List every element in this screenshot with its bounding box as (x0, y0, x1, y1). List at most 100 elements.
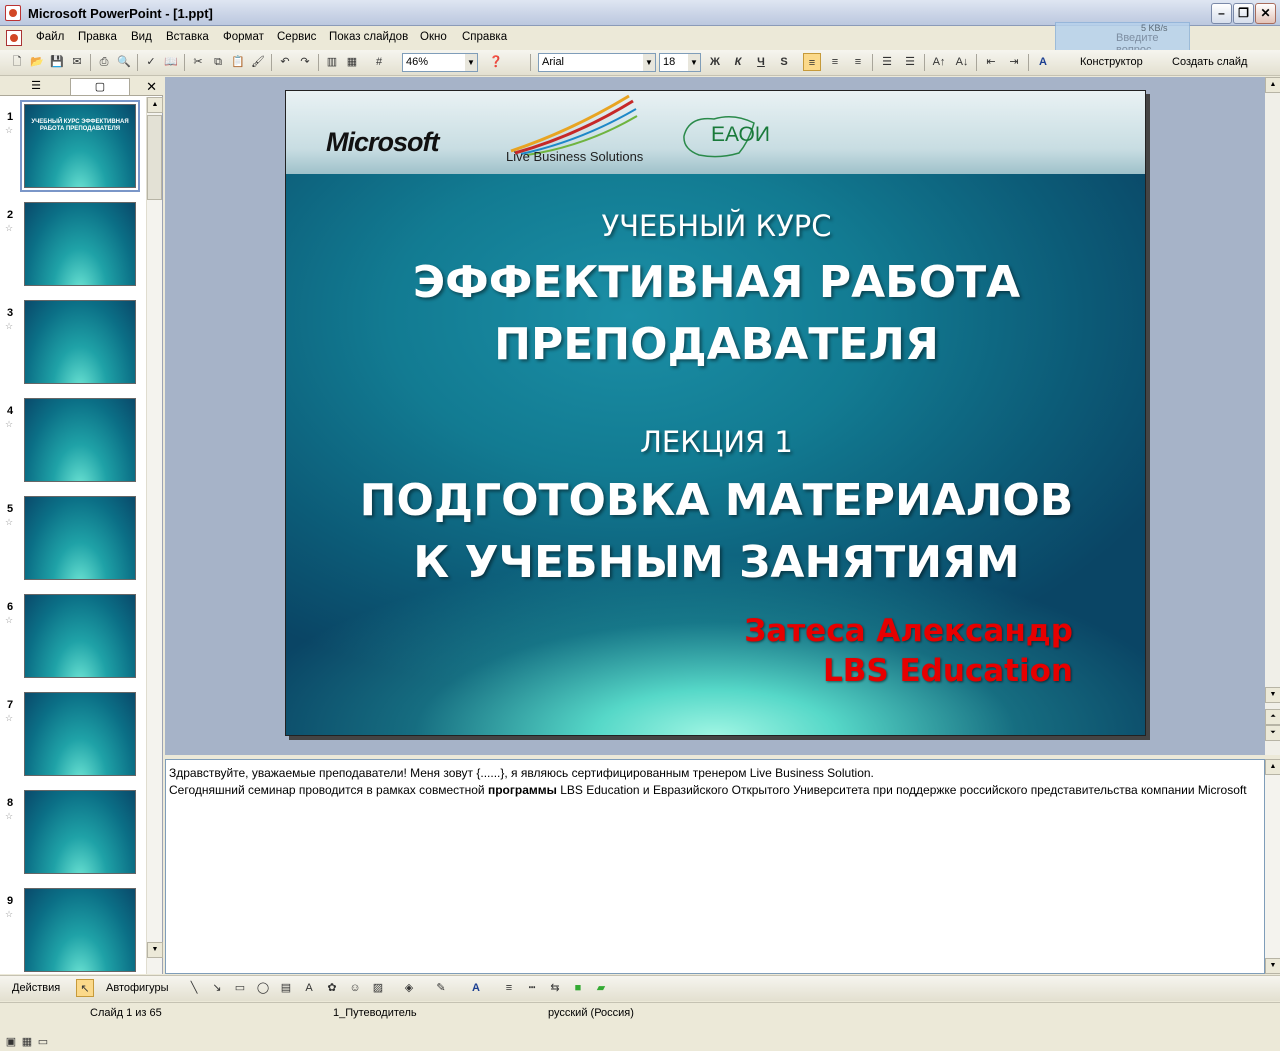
slide-thumbnail[interactable]: 4 ☆ (0, 398, 146, 490)
menu-window[interactable]: Окно (420, 31, 447, 43)
font-select[interactable]: Arial ▼ (538, 53, 656, 72)
open-icon[interactable]: 📂 (28, 53, 46, 71)
align-left-icon[interactable]: ≡ (803, 53, 821, 71)
close-icon[interactable]: ✕ (146, 79, 157, 95)
increase-font-icon[interactable]: A↑ (930, 53, 948, 71)
line-style-icon[interactable]: ≡ (500, 979, 518, 997)
menu-edit[interactable]: Правка (78, 31, 117, 43)
italic-button[interactable]: К (729, 53, 747, 71)
new-slide-button[interactable]: Создать слайд (1172, 56, 1247, 68)
select-arrow-icon[interactable]: ↖ (76, 979, 94, 997)
close-button[interactable]: ✕ (1255, 3, 1276, 24)
notes-scrollbar[interactable]: ▲ ▼ (1265, 759, 1280, 974)
slide-preview-image (24, 398, 136, 482)
slide-scrollbar[interactable]: ▲ ▼ ⏶ ⏷ (1265, 77, 1280, 755)
menu-format[interactable]: Формат (223, 31, 264, 43)
slide-thumbnail[interactable]: 7 ☆ (0, 692, 146, 784)
thumbnails-scrollbar[interactable]: ▲ ▼ (146, 97, 163, 974)
new-icon[interactable]: 🗋 (8, 53, 26, 71)
slide-thumbnail[interactable]: 8 ☆ (0, 790, 146, 882)
oval-icon[interactable]: ◯ (254, 979, 272, 997)
slide-thumbnail[interactable]: 6 ☆ (0, 594, 146, 686)
shadow-button[interactable]: S (775, 53, 793, 71)
wordart-icon[interactable]: A (300, 979, 318, 997)
bold-button[interactable]: Ж (706, 53, 724, 71)
line-icon[interactable]: ╲ (185, 979, 203, 997)
tab-outline[interactable]: ☰ (6, 78, 66, 95)
scroll-down-icon[interactable]: ▼ (1265, 958, 1280, 974)
menu-help[interactable]: Справка (462, 31, 507, 43)
scrollbar-thumb[interactable] (147, 115, 162, 200)
menu-slideshow[interactable]: Показ слайдов (329, 31, 408, 43)
slide-thumbnail[interactable]: 1 ☆ УЧЕБНЫЙ КУРС ЭФФЕКТИВНАЯ РАБОТА ПРЕПО… (0, 100, 146, 196)
slide-thumbnail[interactable]: 2 ☆ (0, 202, 146, 294)
document-icon[interactable] (6, 30, 22, 46)
slide-preview-image (24, 202, 136, 286)
clipart-icon[interactable]: ☺ (346, 979, 364, 997)
next-slide-icon[interactable]: ⏷ (1265, 725, 1280, 741)
shadow-style-icon[interactable]: ■ (569, 979, 587, 997)
numbering-icon[interactable]: ☰ (878, 53, 896, 71)
scroll-up-icon[interactable]: ▲ (1265, 77, 1280, 93)
align-center-icon[interactable]: ≡ (826, 53, 844, 71)
previous-slide-icon[interactable]: ⏶ (1265, 709, 1280, 725)
chart-icon[interactable]: ▥ (323, 53, 341, 71)
grid-icon[interactable]: # (370, 53, 388, 71)
designer-button[interactable]: Конструктор (1080, 56, 1143, 68)
notes-pane[interactable]: Здравствуйте, уважаемые преподаватели! М… (165, 759, 1265, 974)
slide-thumbnail[interactable]: 3 ☆ (0, 300, 146, 392)
slide-thumbnail[interactable]: 9 ☆ (0, 888, 146, 974)
underline-button[interactable]: Ч (752, 53, 770, 71)
help-icon[interactable]: ❓ (487, 53, 505, 71)
increase-indent-icon[interactable]: ⇥ (1005, 53, 1023, 71)
font-color-icon[interactable]: A (1034, 53, 1052, 71)
fill-color-icon[interactable]: ◈ (400, 979, 418, 997)
tab-slides[interactable]: ▢ (70, 78, 130, 95)
line-color-icon[interactable]: ✎ (432, 979, 450, 997)
menu-file[interactable]: Файл (36, 31, 64, 43)
save-icon[interactable]: 💾 (48, 53, 66, 71)
slide-thumbnail[interactable]: 5 ☆ (0, 496, 146, 588)
minimize-button[interactable]: – (1211, 3, 1232, 24)
font-size-select[interactable]: 18 ▼ (659, 53, 701, 72)
permission-icon[interactable]: ✉ (68, 53, 86, 71)
cut-icon[interactable]: ✂ (189, 53, 207, 71)
undo-icon[interactable]: ↶ (276, 53, 294, 71)
menu-tools[interactable]: Сервис (277, 31, 316, 43)
print-preview-icon[interactable]: 🔍 (115, 53, 133, 71)
copy-icon[interactable]: ⧉ (209, 53, 227, 71)
scroll-down-icon[interactable]: ▼ (1265, 687, 1280, 703)
slide-canvas[interactable]: Microsoft Live Business Solutions ЕАОИ У… (285, 90, 1146, 736)
scroll-down-icon[interactable]: ▼ (147, 942, 163, 958)
textbox-icon[interactable]: ▤ (277, 979, 295, 997)
slideshow-icon[interactable]: ▭ (34, 1033, 52, 1051)
redo-icon[interactable]: ↷ (296, 53, 314, 71)
3d-style-icon[interactable]: ▰ (592, 979, 610, 997)
paste-icon[interactable]: 📋 (229, 53, 247, 71)
decrease-font-icon[interactable]: A↓ (953, 53, 971, 71)
menu-insert[interactable]: Вставка (166, 31, 209, 43)
align-right-icon[interactable]: ≡ (849, 53, 867, 71)
scroll-up-icon[interactable]: ▲ (147, 97, 163, 113)
table-icon[interactable]: ▦ (343, 53, 361, 71)
scroll-up-icon[interactable]: ▲ (1265, 759, 1280, 775)
diagram-icon[interactable]: ✿ (323, 979, 341, 997)
lbs-swoosh-logo (510, 94, 638, 156)
rectangle-icon[interactable]: ▭ (231, 979, 249, 997)
picture-icon[interactable]: ▨ (369, 979, 387, 997)
research-icon[interactable]: 📖 (162, 53, 180, 71)
zoom-select[interactable]: 46% ▼ (402, 53, 478, 72)
arrow-icon[interactable]: ↘ (208, 979, 226, 997)
arrow-style-icon[interactable]: ⇆ (546, 979, 564, 997)
dash-style-icon[interactable]: ┅ (523, 979, 541, 997)
format-painter-icon[interactable]: 🖌 (249, 53, 267, 71)
actions-menu[interactable]: Действия (12, 982, 60, 994)
font-color-icon[interactable]: A (467, 979, 485, 997)
decrease-indent-icon[interactable]: ⇤ (982, 53, 1000, 71)
spelling-icon[interactable]: ✓ (142, 53, 160, 71)
bullets-icon[interactable]: ☰ (901, 53, 919, 71)
autoshapes-menu[interactable]: Автофигуры (106, 982, 169, 994)
print-icon[interactable]: ⎙ (95, 53, 113, 71)
menu-view[interactable]: Вид (131, 31, 152, 43)
maximize-button[interactable]: ❐ (1233, 3, 1254, 24)
